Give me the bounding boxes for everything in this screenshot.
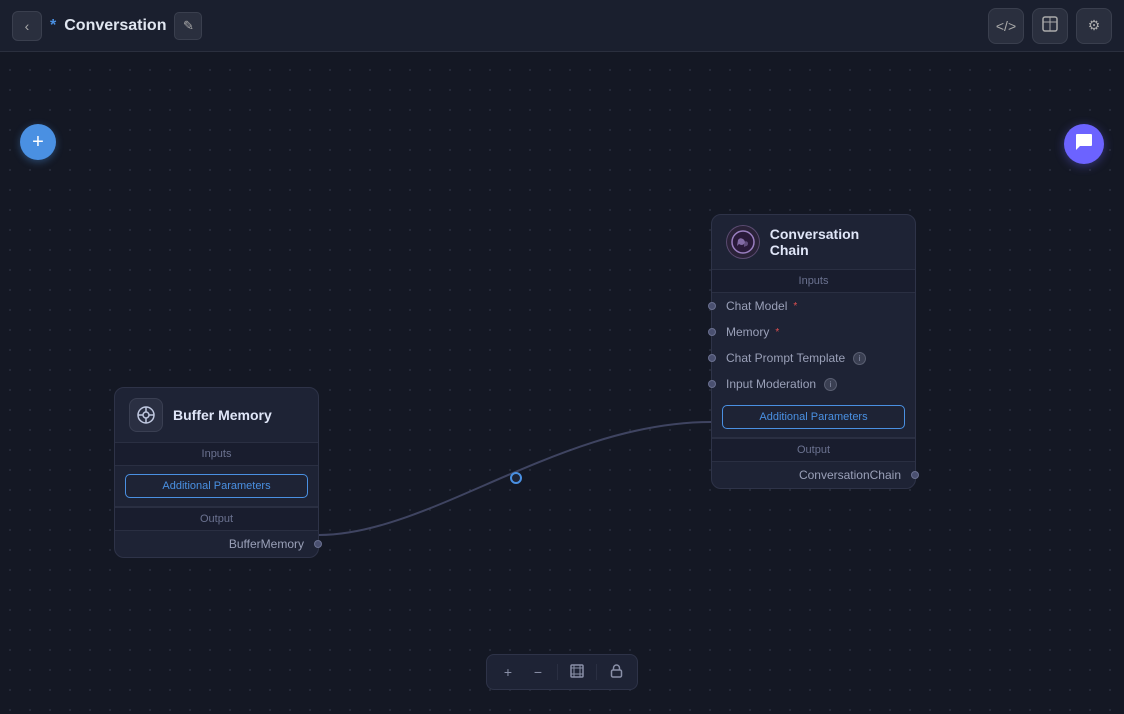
memory-label: Memory — [726, 325, 769, 339]
gear-icon: ⚙ — [1088, 17, 1101, 34]
lock-button[interactable] — [603, 659, 629, 685]
conv-chain-output-port-row: ConversationChain — [712, 462, 915, 488]
memory-input-row: Memory * — [712, 319, 915, 345]
buffer-memory-output-label: Output — [115, 507, 318, 531]
conv-chain-title: Conversation Chain — [770, 226, 901, 258]
buffer-memory-output-section: Output BufferMemory — [115, 506, 318, 557]
unsaved-indicator: * — [50, 17, 56, 35]
chat-icon — [1074, 132, 1094, 157]
input-moderation-label: Input Moderation — [726, 377, 816, 391]
chat-prompt-template-port[interactable] — [708, 354, 716, 362]
plus-icon: + — [32, 131, 44, 154]
conv-chain-inputs-label: Inputs — [712, 269, 915, 293]
input-moderation-port[interactable] — [708, 380, 716, 388]
page-title: Conversation — [64, 17, 166, 35]
zoom-out-button[interactable]: − — [525, 659, 551, 685]
table-icon — [1042, 16, 1058, 35]
buffer-memory-additional-params-button[interactable]: Additional Parameters — [125, 474, 308, 498]
connection-midpoint — [510, 472, 522, 484]
zoom-in-button[interactable]: + — [495, 659, 521, 685]
conv-chain-additional-params-button[interactable]: Additional Parameters — [722, 405, 905, 429]
edit-title-button[interactable]: ✎ — [174, 12, 202, 40]
header-actions: </> ⚙ — [988, 8, 1112, 44]
zoom-toolbar: + − — [486, 654, 638, 690]
chat-prompt-template-label: Chat Prompt Template — [726, 351, 845, 365]
edit-icon: ✎ — [183, 18, 194, 34]
buffer-memory-title: Buffer Memory — [173, 407, 272, 423]
input-moderation-info-icon: i — [824, 378, 837, 391]
memory-input-port[interactable] — [708, 328, 716, 336]
buffer-memory-icon — [129, 398, 163, 432]
chat-model-required: * — [793, 301, 797, 312]
connections-svg — [0, 52, 1124, 714]
settings-button[interactable]: ⚙ — [1076, 8, 1112, 44]
buffer-memory-node: Buffer Memory Inputs Additional Paramete… — [114, 387, 319, 558]
input-moderation-row: Input Moderation i — [712, 371, 915, 397]
memory-required: * — [775, 327, 779, 338]
conv-chain-node-header: Conversation Chain — [712, 215, 915, 269]
buffer-memory-output-port-row: BufferMemory — [115, 531, 318, 557]
conv-chain-output-label: Output — [712, 438, 915, 462]
buffer-memory-inputs-label: Inputs — [115, 442, 318, 466]
toolbar-divider — [557, 664, 558, 680]
chat-prompt-template-info-icon: i — [853, 352, 866, 365]
chat-button[interactable] — [1064, 124, 1104, 164]
add-node-button[interactable]: + — [20, 124, 56, 160]
canvas: + Buff — [0, 52, 1124, 714]
chat-prompt-template-row: Chat Prompt Template i — [712, 345, 915, 371]
conv-chain-output-port[interactable] — [911, 471, 919, 479]
lock-icon — [610, 664, 623, 681]
table-button[interactable] — [1032, 8, 1068, 44]
back-icon: ‹ — [25, 18, 30, 34]
node-header: Buffer Memory — [115, 388, 318, 442]
buffer-memory-output-port-label: BufferMemory — [229, 537, 304, 551]
chat-model-input-port[interactable] — [708, 302, 716, 310]
conversation-chain-node: Conversation Chain Inputs Chat Model * M… — [711, 214, 916, 489]
chat-model-input-row: Chat Model * — [712, 293, 915, 319]
chat-model-label: Chat Model — [726, 299, 787, 313]
code-icon: </> — [996, 18, 1016, 34]
conv-chain-output-port-label: ConversationChain — [799, 468, 901, 482]
conv-chain-icon — [726, 225, 760, 259]
back-button[interactable]: ‹ — [12, 11, 42, 41]
buffer-memory-output-port[interactable] — [314, 540, 322, 548]
fit-view-icon — [570, 664, 584, 681]
header: ‹ * Conversation ✎ </> ⚙ — [0, 0, 1124, 52]
zoom-out-icon: − — [534, 664, 542, 680]
conv-chain-output-section: Output ConversationChain — [712, 437, 915, 488]
zoom-in-icon: + — [504, 664, 512, 680]
title-area: * Conversation ✎ — [50, 12, 202, 40]
toolbar-divider-2 — [596, 664, 597, 680]
fit-view-button[interactable] — [564, 659, 590, 685]
code-button[interactable]: </> — [988, 8, 1024, 44]
